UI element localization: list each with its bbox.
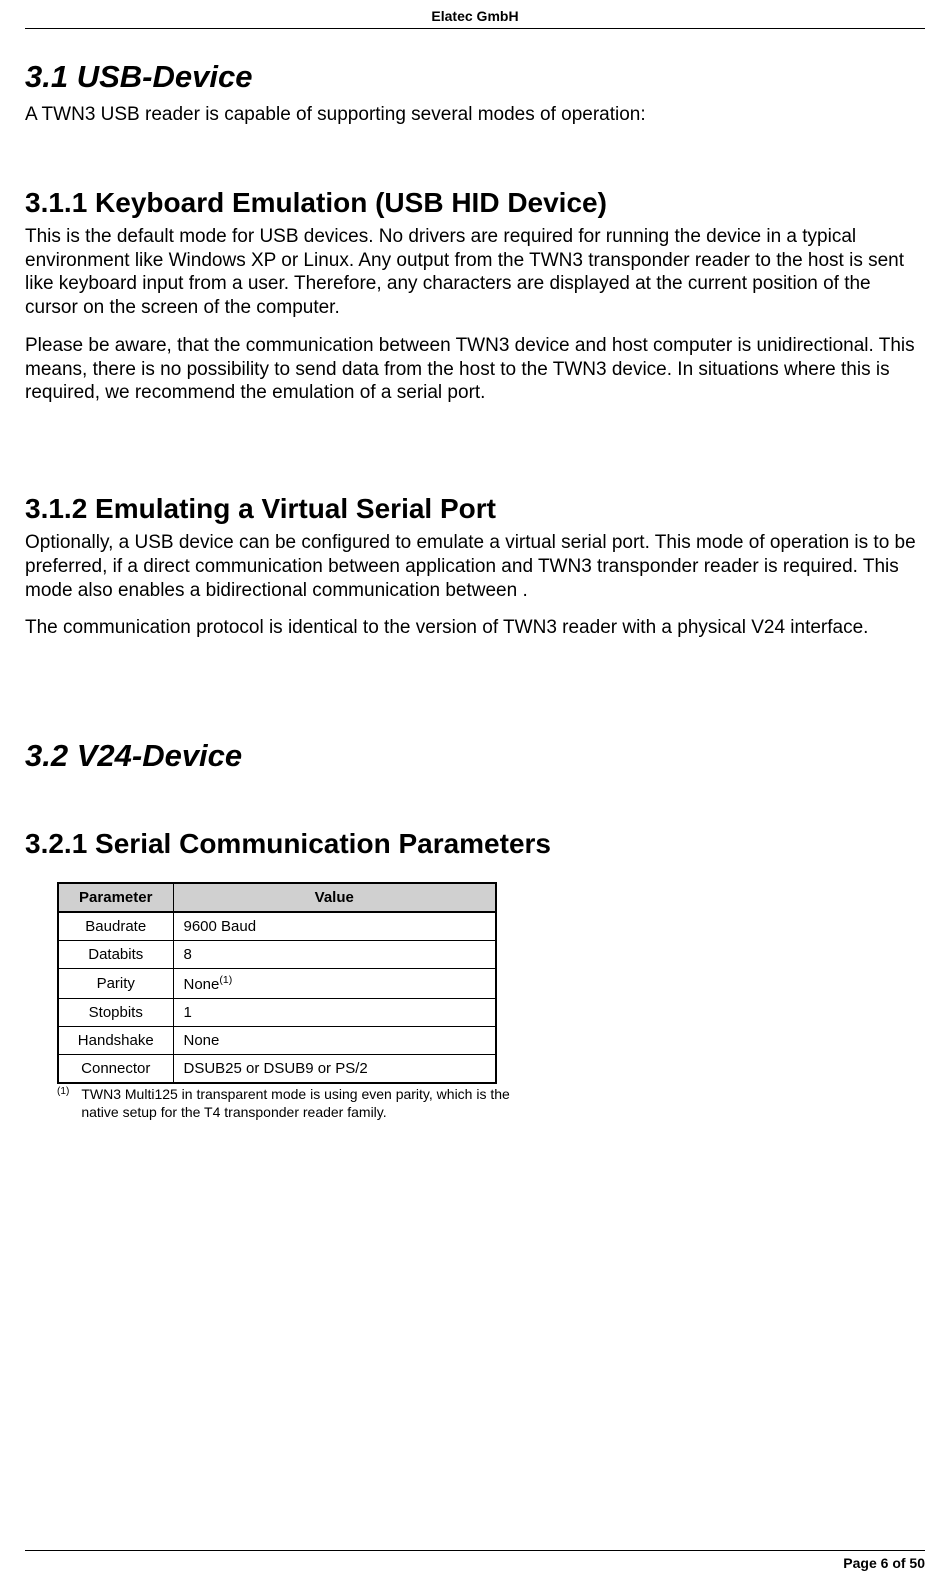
heading-3-1-2: 3.1.2 Emulating a Virtual Serial Port: [25, 493, 925, 525]
paragraph: Please be aware, that the communication …: [25, 334, 925, 405]
heading-3-1-1: 3.1.1 Keyboard Emulation (USB HID Device…: [25, 187, 925, 219]
table-cell-value: 8: [173, 941, 496, 969]
footnote-mark: (1): [57, 1086, 81, 1121]
table-footnote: (1) TWN3 Multi125 in transparent mode is…: [57, 1086, 542, 1121]
table-cell-value: None: [173, 1027, 496, 1055]
table-header-value: Value: [173, 883, 496, 912]
heading-3-2-1: 3.2.1 Serial Communication Parameters: [25, 828, 925, 860]
paragraph: This is the default mode for USB devices…: [25, 225, 925, 320]
table-row: HandshakeNone: [58, 1027, 496, 1055]
page-header: Elatec GmbH: [25, 0, 925, 29]
table-row: Databits8: [58, 941, 496, 969]
table-cell-parameter: Baudrate: [58, 912, 173, 941]
page-footer: Page 6 of 50: [25, 1550, 925, 1571]
table-cell-parameter: Databits: [58, 941, 173, 969]
table-cell-value: None(1): [173, 969, 496, 999]
parameters-table-wrapper: Parameter Value Baudrate9600 BaudDatabit…: [57, 882, 925, 1121]
superscript-note: (1): [219, 974, 232, 986]
table-row: Baudrate9600 Baud: [58, 912, 496, 941]
table-row: Stopbits1: [58, 999, 496, 1027]
table-cell-parameter: Parity: [58, 969, 173, 999]
parameters-table: Parameter Value Baudrate9600 BaudDatabit…: [57, 882, 497, 1084]
heading-3-2: 3.2 V24-Device: [25, 738, 925, 774]
footnote-text: TWN3 Multi125 in transparent mode is usi…: [81, 1086, 542, 1121]
table-header-row: Parameter Value: [58, 883, 496, 912]
table-cell-value: 1: [173, 999, 496, 1027]
table-cell-parameter: Handshake: [58, 1027, 173, 1055]
table-row: ConnectorDSUB25 or DSUB9 or PS/2: [58, 1055, 496, 1084]
paragraph: The communication protocol is identical …: [25, 616, 925, 640]
paragraph: A TWN3 USB reader is capable of supporti…: [25, 103, 925, 127]
paragraph: Optionally, a USB device can be configur…: [25, 531, 925, 602]
table-cell-parameter: Stopbits: [58, 999, 173, 1027]
table-cell-parameter: Connector: [58, 1055, 173, 1084]
table-cell-value: 9600 Baud: [173, 912, 496, 941]
heading-3-1: 3.1 USB-Device: [25, 59, 925, 95]
table-row: ParityNone(1): [58, 969, 496, 999]
table-cell-value: DSUB25 or DSUB9 or PS/2: [173, 1055, 496, 1084]
table-header-parameter: Parameter: [58, 883, 173, 912]
